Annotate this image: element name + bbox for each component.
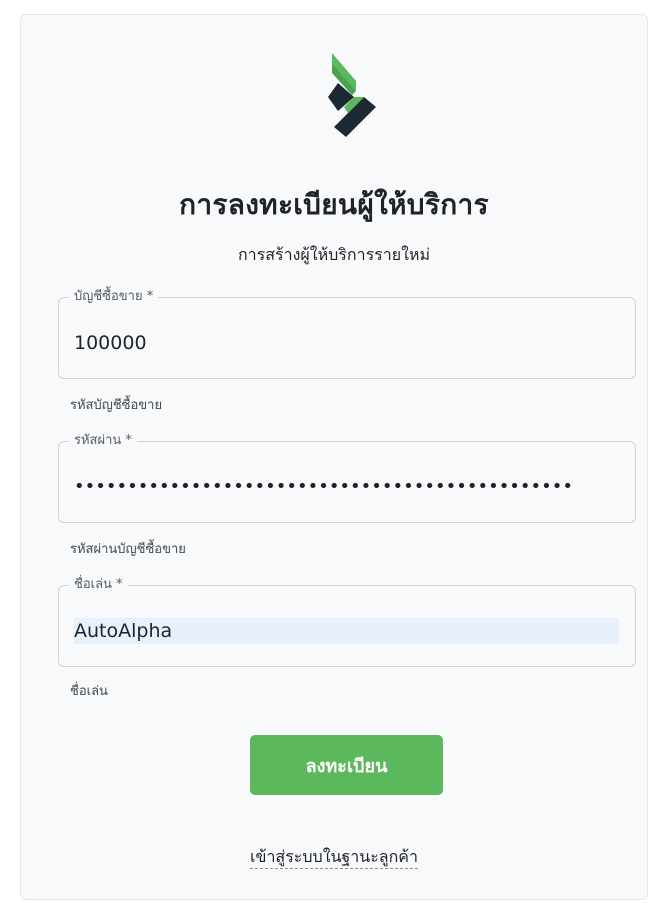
registration-card: การลงทะเบียนผู้ให้บริการ การสร้างผู้ให้บ… xyxy=(20,14,648,900)
nickname-helper-text: ชื่อเล่น xyxy=(70,684,108,699)
nickname-field: ชื่อเล่น * xyxy=(58,576,636,667)
password-helper-text: รหัสผ่านบัญชีซื้อขาย xyxy=(70,542,186,557)
register-button[interactable]: ลงทะเบียน xyxy=(250,735,443,795)
account-input[interactable] xyxy=(74,330,619,356)
nickname-input[interactable] xyxy=(74,618,619,644)
account-field-label: บัญชีซื้อขาย * xyxy=(69,288,159,306)
password-field: รหัสผ่าน * •••••••••••••••••••••••••••••… xyxy=(58,432,636,523)
password-input[interactable]: ••••••••••••••••••••••••••••••••••••••••… xyxy=(74,474,619,500)
page-subtitle: การสร้างผู้ให้บริการรายใหม่ xyxy=(237,245,431,264)
chevron-logo-icon xyxy=(328,53,376,137)
account-helper-text: รหัสบัญชีซื้อขาย xyxy=(70,398,163,413)
nickname-field-label: ชื่อเล่น * xyxy=(69,576,128,594)
login-link-container: เข้าสู่ระบบในฐานะลูกค้า xyxy=(21,845,647,870)
account-field: บัญชีซื้อขาย * xyxy=(58,288,636,379)
page-title: การลงทะเบียนผู้ให้บริการ xyxy=(179,188,489,221)
login-as-customer-link[interactable]: เข้าสู่ระบบในฐานะลูกค้า xyxy=(250,847,418,869)
password-field-label: รหัสผ่าน * xyxy=(69,432,137,450)
